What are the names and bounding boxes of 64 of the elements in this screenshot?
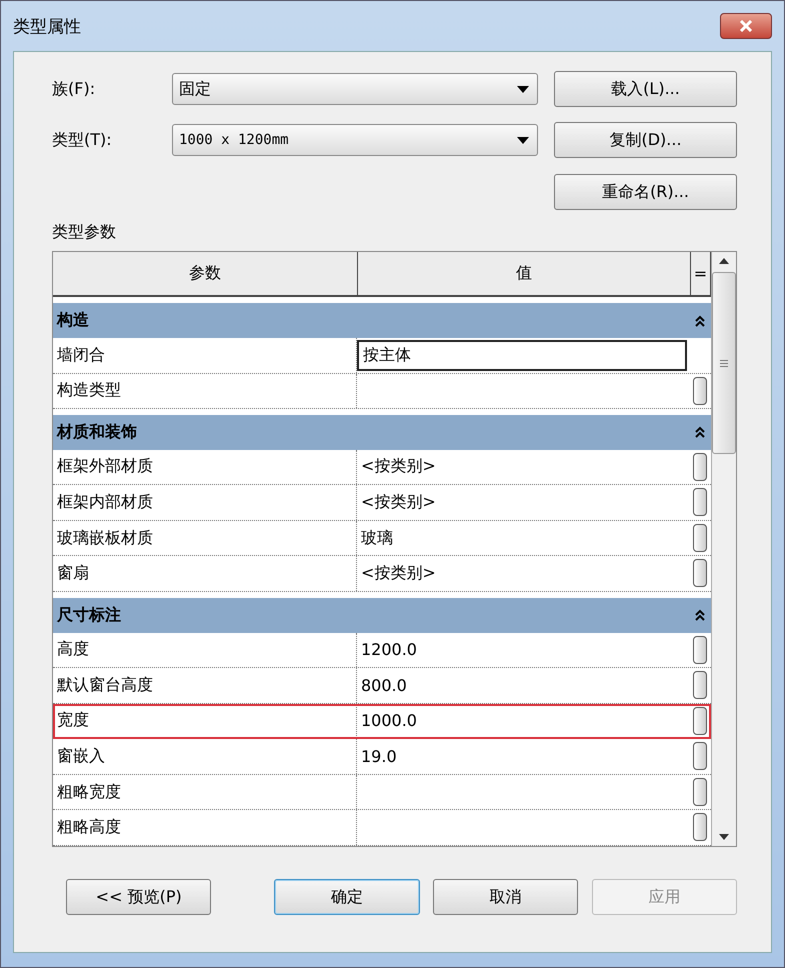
parameter-value: 玻璃 bbox=[360, 526, 394, 549]
parameter-value: 19.0 bbox=[360, 746, 398, 768]
parameter-name: 玻璃嵌板材质 bbox=[53, 520, 357, 556]
parameter-name: 窗扇 bbox=[53, 556, 357, 591]
parameter-name: 默认窗台高度 bbox=[53, 668, 357, 703]
scroll-down-icon[interactable] bbox=[719, 834, 729, 840]
row-button[interactable] bbox=[693, 778, 707, 806]
collapse-icon[interactable] bbox=[695, 609, 705, 622]
parameter-name: 宽度 bbox=[53, 704, 357, 738]
parameter-name: 墙闭合 bbox=[53, 338, 357, 373]
grip-icon bbox=[720, 360, 728, 366]
section-label: 类型参数 bbox=[52, 222, 117, 243]
field-label: 类型(T): bbox=[52, 130, 113, 150]
row-button[interactable] bbox=[693, 524, 707, 552]
rename-button[interactable]: 重命名(R)... bbox=[554, 174, 737, 210]
side-button[interactable]: 载入(L)... bbox=[554, 71, 737, 107]
column-header[interactable]: = bbox=[691, 252, 711, 296]
parameter-value: 1200.0 bbox=[360, 639, 418, 662]
field-label: 族(F): bbox=[52, 78, 96, 100]
column-header[interactable]: 参数 bbox=[53, 252, 358, 296]
row-button[interactable] bbox=[693, 671, 707, 700]
parameter-name: 构造类型 bbox=[53, 374, 357, 408]
scroll-up-icon[interactable] bbox=[719, 258, 729, 264]
row-button[interactable] bbox=[693, 559, 707, 588]
row-button[interactable] bbox=[693, 742, 707, 770]
dialog-button[interactable]: 确定 bbox=[274, 879, 420, 915]
parameter-value: <按类别> bbox=[360, 562, 437, 584]
parameter-value: 1000.0 bbox=[360, 710, 418, 732]
group-header[interactable]: 材质和装饰 bbox=[53, 415, 711, 450]
parameter-name: 框架内部材质 bbox=[53, 485, 357, 520]
value-field[interactable]: 按主体 bbox=[357, 340, 687, 371]
group-header[interactable]: 尺寸标注 bbox=[53, 598, 711, 633]
parameter-name: 框架外部材质 bbox=[53, 450, 357, 484]
parameter-name: 粗略高度 bbox=[53, 810, 357, 845]
parameter-name: 高度 bbox=[53, 632, 357, 668]
group-name: 尺寸标注 bbox=[57, 604, 121, 626]
dropdown[interactable]: 固定 bbox=[172, 73, 538, 105]
dropdown[interactable]: 1000 x 1200mm bbox=[172, 124, 538, 156]
row-button[interactable] bbox=[693, 813, 707, 842]
group-name: 构造 bbox=[57, 310, 89, 332]
dialog-button[interactable]: 取消 bbox=[432, 879, 578, 915]
row-button[interactable] bbox=[693, 706, 707, 735]
parameter-value: 800.0 bbox=[360, 674, 408, 697]
parameter-value: <按类别> bbox=[360, 491, 437, 514]
dropdown-arrow-icon bbox=[517, 86, 529, 92]
group-header[interactable]: 构造 bbox=[53, 303, 711, 338]
row-button[interactable] bbox=[693, 452, 707, 481]
column-header[interactable]: 值 bbox=[358, 252, 691, 296]
row-button[interactable] bbox=[693, 376, 707, 405]
dialog-button[interactable]: << 预览(P) bbox=[66, 879, 212, 915]
row-button[interactable] bbox=[693, 636, 707, 664]
dropdown-arrow-icon bbox=[517, 136, 529, 144]
parameter-value: <按类别> bbox=[360, 455, 437, 478]
close-button[interactable] bbox=[720, 13, 772, 39]
window-title: 类型属性 bbox=[13, 16, 81, 38]
side-button[interactable]: 复制(D)... bbox=[554, 122, 737, 158]
collapse-icon[interactable] bbox=[695, 426, 705, 438]
parameter-name: 粗略宽度 bbox=[53, 774, 357, 810]
scrollbar-thumb[interactable] bbox=[712, 272, 736, 454]
collapse-icon[interactable] bbox=[695, 314, 705, 327]
close-icon bbox=[739, 20, 753, 32]
row-button[interactable] bbox=[693, 488, 707, 516]
group-name: 材质和装饰 bbox=[57, 422, 137, 443]
parameter-name: 窗嵌入 bbox=[53, 739, 357, 774]
